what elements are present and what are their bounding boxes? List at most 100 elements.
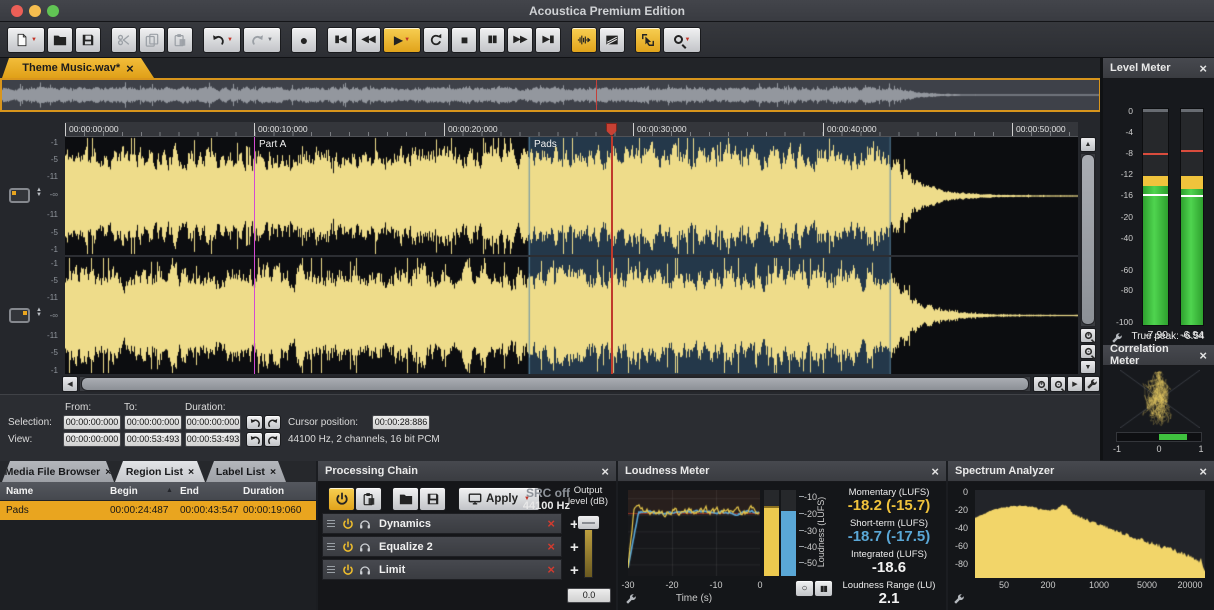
region-end-cell: 00:00:43:547 xyxy=(180,505,238,516)
effect-row-dynamics[interactable]: Dynamics × xyxy=(322,513,562,534)
close-icon[interactable]: × xyxy=(1199,465,1207,478)
tab-region-list[interactable]: Region List× xyxy=(115,461,205,482)
undo-button[interactable]: ▼ xyxy=(203,27,241,53)
vertical-zoom-in-button[interactable]: + xyxy=(1080,328,1096,343)
scrollbar-settings-button[interactable] xyxy=(1084,376,1100,392)
tab-media-file-browser[interactable]: Media File Browser× xyxy=(2,461,114,482)
remove-effect-icon[interactable]: × xyxy=(541,516,561,531)
play-button[interactable]: ▶▼ xyxy=(383,27,421,53)
mix-view-button[interactable] xyxy=(599,27,625,53)
tab-close-icon[interactable]: × xyxy=(270,466,276,478)
waveform-overview[interactable] xyxy=(0,78,1101,112)
pause-button[interactable]: ▮▮ xyxy=(479,27,505,53)
region-begin-cell: 00:00:24:487 xyxy=(110,505,168,516)
correlation-meter-title: Correlation Meter xyxy=(1110,343,1199,367)
loudness-settings-button[interactable] xyxy=(625,592,637,610)
tab-close-icon[interactable]: × xyxy=(126,61,134,76)
file-tab[interactable]: Theme Music.wav* × xyxy=(2,58,154,78)
rewind-button[interactable]: ◀◀ xyxy=(355,27,381,53)
close-icon[interactable]: × xyxy=(1199,62,1207,75)
wrench-icon xyxy=(1086,378,1098,390)
close-icon[interactable]: × xyxy=(1199,349,1207,362)
view-redo-button[interactable] xyxy=(264,432,281,447)
channel-1-selector[interactable] xyxy=(9,188,30,203)
cut-button[interactable] xyxy=(111,27,137,53)
tab-label-list[interactable]: Label List× xyxy=(206,461,286,482)
remove-effect-icon[interactable]: × xyxy=(541,539,561,554)
add-effect-icon[interactable]: + xyxy=(570,539,579,556)
record-button[interactable]: ● xyxy=(291,27,317,53)
view-duration-field[interactable]: 00:00:53:493 xyxy=(185,432,241,447)
close-icon[interactable]: × xyxy=(601,465,609,478)
horizontal-zoom-out-button[interactable]: - xyxy=(1050,376,1066,392)
column-header-begin[interactable]: Begin xyxy=(110,486,138,497)
scroll-down-button[interactable]: ▼ xyxy=(1080,360,1096,374)
power-icon xyxy=(342,564,354,576)
tab-close-icon[interactable]: × xyxy=(188,466,194,478)
horizontal-scrollbar-thumb[interactable] xyxy=(81,377,1029,391)
stop-button[interactable]: ■ xyxy=(451,27,477,53)
horizontal-zoom-in-button[interactable]: + xyxy=(1033,376,1049,392)
loop-playback-button[interactable] xyxy=(423,27,449,53)
copy-button[interactable] xyxy=(139,27,165,53)
column-header-end[interactable]: End xyxy=(180,486,199,497)
view-from-field[interactable]: 00:00:00:000 xyxy=(63,432,121,447)
view-undo-button[interactable] xyxy=(246,432,263,447)
chain-clipboard-button[interactable] xyxy=(355,487,382,511)
channel-1-waveform[interactable] xyxy=(65,137,1078,255)
drag-handle-icon[interactable] xyxy=(327,546,335,548)
drag-handle-icon[interactable] xyxy=(327,523,335,525)
fast-forward-button[interactable]: ▶▶ xyxy=(507,27,533,53)
paste-button[interactable] xyxy=(167,27,193,53)
vertical-scrollbar-thumb[interactable] xyxy=(1081,154,1095,325)
selection-tool-button[interactable] xyxy=(635,27,661,53)
go-to-end-button[interactable]: ▶▮ xyxy=(535,27,561,53)
region-row-pads[interactable]: Pads 00:00:24:487 00:00:43:547 00:00:19:… xyxy=(0,501,316,520)
channel-2-waveform[interactable] xyxy=(65,257,1078,374)
new-file-button[interactable]: ▼ xyxy=(7,27,45,53)
scrub-mode-button[interactable] xyxy=(571,27,597,53)
go-to-start-button[interactable]: ▮◀ xyxy=(327,27,353,53)
close-icon[interactable]: × xyxy=(931,465,939,478)
loudness-reset-button[interactable]: ○ xyxy=(795,580,814,597)
add-effect-icon[interactable]: + xyxy=(570,562,579,579)
zoom-tool-button[interactable]: ▼ xyxy=(663,27,701,53)
redo-button[interactable]: ▼ xyxy=(243,27,281,53)
output-level-value-field[interactable]: 0.0 xyxy=(567,588,611,603)
true-peak-readout: True peak: -6.54 xyxy=(1123,331,1213,342)
timeline-ruler[interactable]: 00:00:00:000 00:00:10:000 00:00:20:000 0… xyxy=(65,122,1078,137)
column-header-name[interactable]: Name xyxy=(6,486,33,497)
db-label: -1 xyxy=(36,245,58,254)
db-label: -11 xyxy=(36,331,58,340)
marker-label-part-a: Part A xyxy=(259,139,286,150)
db-label: -1 xyxy=(36,366,58,375)
cursor-position-field[interactable]: 00:00:28:886 xyxy=(372,415,430,430)
scroll-right-button[interactable]: ▶ xyxy=(1067,376,1083,392)
selection-to-field[interactable]: 00:00:00:000 xyxy=(124,415,182,430)
view-to-field[interactable]: 00:00:53:493 xyxy=(124,432,182,447)
vertical-zoom-out-button[interactable]: - xyxy=(1080,344,1096,359)
chain-power-button[interactable] xyxy=(328,487,355,511)
chain-load-button[interactable] xyxy=(392,487,419,511)
marker-line-part-a[interactable] xyxy=(254,137,255,374)
scroll-left-button[interactable]: ◀ xyxy=(62,376,78,392)
region-table-header[interactable]: Name Begin ▲ End Duration xyxy=(0,482,316,501)
spectrum-settings-button[interactable] xyxy=(953,592,965,610)
open-file-button[interactable] xyxy=(47,27,73,53)
selection-redo-button[interactable] xyxy=(264,415,281,430)
column-header-duration[interactable]: Duration xyxy=(243,486,284,497)
save-file-button[interactable] xyxy=(75,27,101,53)
effect-row-limit[interactable]: Limit × xyxy=(322,559,562,580)
remove-effect-icon[interactable]: × xyxy=(541,562,561,577)
scroll-up-button[interactable]: ▲ xyxy=(1080,137,1096,152)
output-level-slider-thumb[interactable] xyxy=(577,515,600,530)
selection-from-field[interactable]: 00:00:00:000 xyxy=(63,415,121,430)
drag-handle-icon[interactable] xyxy=(327,569,335,571)
chain-save-button[interactable] xyxy=(419,487,446,511)
selection-duration-field[interactable]: 00:00:00:000 xyxy=(185,415,241,430)
channel-2-selector[interactable] xyxy=(9,308,30,323)
effect-row-equalize2[interactable]: Equalize 2 × xyxy=(322,536,562,557)
loudness-pause-button[interactable]: ▮▮ xyxy=(814,580,833,597)
tab-close-icon[interactable]: × xyxy=(105,466,111,478)
selection-undo-button[interactable] xyxy=(246,415,263,430)
